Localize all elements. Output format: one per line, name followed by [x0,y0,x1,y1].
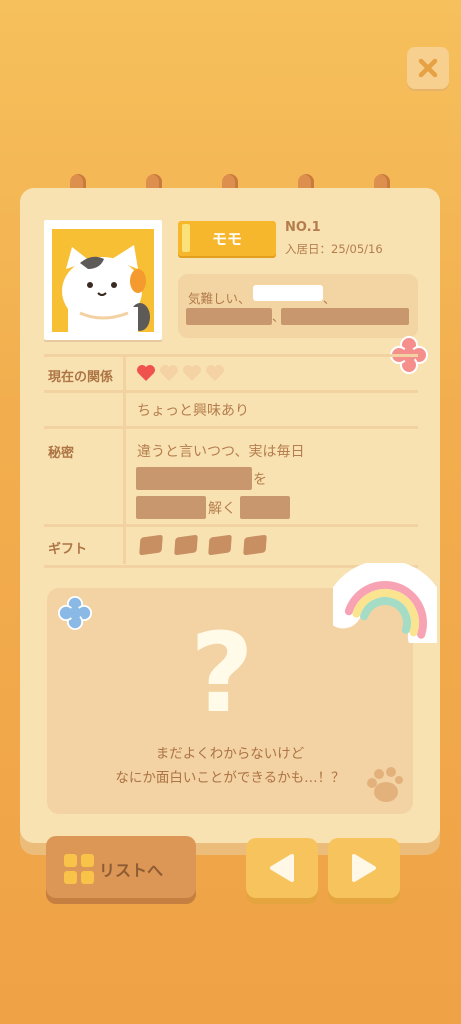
gift-slot-icon[interactable] [208,534,232,556]
cat-name: モモ [211,230,242,248]
heart-filled-icon [137,365,155,381]
table-column-divider [123,356,126,564]
secret-label: 秘密 [48,446,75,461]
table-divider [44,426,418,429]
blue-flower-sticker [58,596,92,630]
relation-label: 現在の関係 [48,370,114,385]
paw-print-icon [367,767,403,802]
hidden-trait [253,285,323,301]
hidden-trait [281,308,409,325]
close-button[interactable] [407,47,449,89]
heart-empty-icon [183,365,201,381]
gift-label: ギフト [48,542,88,557]
triangle-left-icon [270,854,294,882]
gift-slot-icon[interactable] [174,534,198,556]
mystery-line-2: なにか面白いことができるかも…！？ [115,770,345,786]
trait-known: 気難しい、 [188,291,251,306]
table-divider [44,354,418,357]
hidden-secret [136,467,252,490]
gift-slot-icon[interactable] [243,534,267,556]
heart-empty-icon [160,365,178,381]
relation-hearts [136,364,225,382]
relation-status: ちょっと興味あり [137,403,249,419]
hidden-secret [240,496,290,519]
triangle-right-icon [352,854,376,882]
move-in-date: 入居日：25/05/16 [285,242,383,256]
mystery-question-mark: ? [190,609,254,737]
back-to-list-label: リストへ [99,861,164,880]
next-button[interactable] [328,838,400,898]
rainbow-sticker [333,563,437,643]
previous-button[interactable] [246,838,318,898]
cat-name-badge: モモ [178,221,276,256]
gift-slot-icon[interactable] [139,534,163,556]
grid-icon [64,854,94,884]
secret-text: を [253,472,267,488]
mystery-line-1: まだよくわからないけど [155,746,305,762]
close-icon [418,58,438,78]
trait-separator: 、 [323,291,336,306]
resident-number: NO.1 [285,220,321,235]
table-divider [44,390,418,393]
secret-line: 違うと言いつつ、実は毎日 [137,444,305,460]
hidden-trait [186,308,272,325]
table-divider [44,524,418,527]
heart-empty-icon [206,365,224,381]
secret-text: 解く [208,501,236,517]
cat-portrait [52,229,154,332]
hidden-secret [136,496,206,519]
